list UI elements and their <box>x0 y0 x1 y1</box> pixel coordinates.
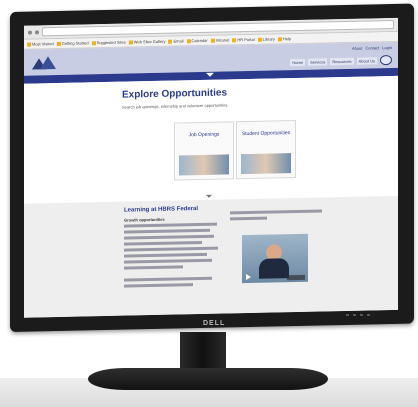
card-label: Job Openings <box>188 131 220 139</box>
scroll-down-icon[interactable] <box>206 194 212 198</box>
mountain-logo-icon[interactable] <box>30 55 56 70</box>
bookmark-item[interactable]: Getting Started <box>56 40 89 46</box>
card-label: Student Opportunities <box>241 130 291 138</box>
bookmark-item[interactable]: Most Visited <box>27 41 54 47</box>
monitor-bezel: Most Visited Getting Started Suggested S… <box>10 3 414 332</box>
job-openings-card[interactable]: Job Openings <box>174 121 234 181</box>
main-nav: Home Services Resources About Us <box>290 54 392 67</box>
monitor-button[interactable] <box>346 314 349 316</box>
monitor-stand-neck <box>180 332 226 372</box>
folder-icon <box>27 42 31 47</box>
monitor-button[interactable] <box>360 314 363 316</box>
folder-icon <box>257 37 262 42</box>
bookmark-item[interactable]: Email <box>168 38 184 44</box>
bookmark-item[interactable]: Help <box>277 36 291 41</box>
forward-icon[interactable] <box>35 29 39 34</box>
nav-link[interactable]: About Us <box>356 56 377 65</box>
section-title: Explore Opportunities <box>122 87 228 101</box>
nav-link[interactable]: Resources <box>330 57 354 65</box>
utility-link[interactable]: About <box>352 46 362 51</box>
folder-icon <box>232 37 237 42</box>
folder-icon <box>128 39 133 45</box>
card-photo <box>241 153 291 175</box>
brand-logo: DELL <box>203 320 226 327</box>
learning-subheading: Growth opportunities <box>124 216 165 223</box>
monitor-screen: Most Visited Getting Started Suggested S… <box>24 17 398 318</box>
bookmark-item[interactable]: Web Slice Gallery <box>128 39 165 45</box>
utility-link[interactable]: Contact <box>365 45 379 50</box>
learning-body-text <box>124 222 222 291</box>
folder-icon <box>168 39 173 44</box>
bookmark-item[interactable]: Suggested Sites <box>91 40 126 46</box>
video-controls[interactable] <box>287 274 305 281</box>
search-icon[interactable] <box>380 54 392 66</box>
monitor-button[interactable] <box>367 314 370 316</box>
folder-icon <box>56 41 61 46</box>
utility-link[interactable]: Login <box>382 45 392 50</box>
bookmark-item[interactable]: Calendar <box>186 38 208 43</box>
learning-heading: Learning at HBRS Federal <box>124 206 199 214</box>
explore-section: Explore Opportunities Search job opening… <box>24 75 398 206</box>
video-player[interactable] <box>242 233 308 284</box>
folder-icon <box>277 36 282 41</box>
nav-link[interactable]: Services <box>308 57 328 66</box>
learning-section: Learning at HBRS Federal Growth opportun… <box>24 195 398 318</box>
nav-link[interactable]: Home <box>290 58 306 66</box>
section-intro: Search job openings, internship and volu… <box>122 102 229 110</box>
monitor-button[interactable] <box>353 314 356 316</box>
bookmark-item[interactable]: Library <box>257 36 275 42</box>
chevron-down-icon <box>206 72 214 77</box>
monitor-buttons <box>346 314 370 316</box>
folder-icon <box>210 38 215 43</box>
bookmark-item[interactable]: HR Portal <box>232 37 255 42</box>
folder-icon <box>91 40 96 45</box>
utility-nav: About Contact Login <box>352 45 392 51</box>
play-icon[interactable] <box>246 273 251 281</box>
learning-side-text <box>230 209 322 223</box>
back-icon[interactable] <box>28 30 32 35</box>
card-photo <box>179 154 229 176</box>
student-opportunities-card[interactable]: Student Opportunities <box>236 120 296 180</box>
monitor-stand-base <box>88 368 328 390</box>
bookmark-item[interactable]: Intranet <box>210 37 229 43</box>
folder-icon <box>186 38 191 43</box>
